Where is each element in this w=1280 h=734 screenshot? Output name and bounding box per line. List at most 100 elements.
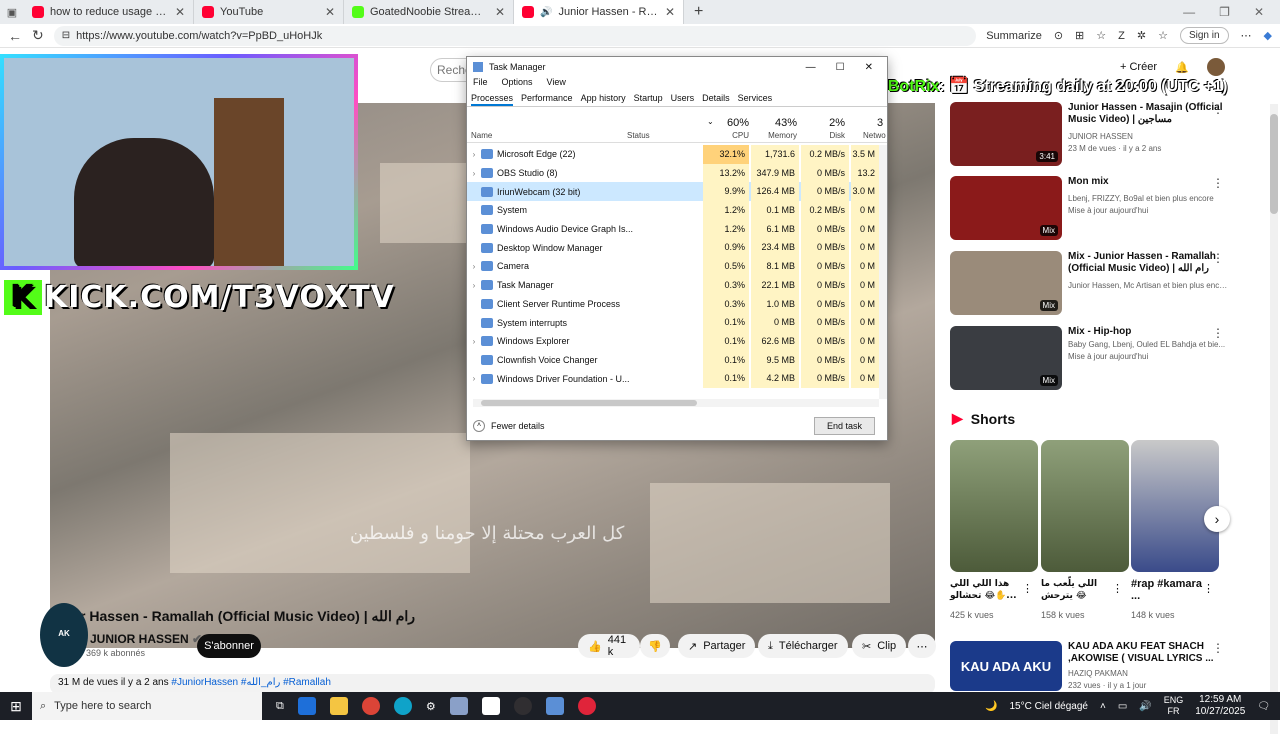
process-row[interactable]: System 1.2% 0.1 MB 0.2 MB/s 0 M [467, 201, 879, 220]
video-thumbnail[interactable]: KAU ADA AKU [950, 641, 1062, 691]
clip-button[interactable]: ✂ Clip [852, 634, 907, 658]
more-actions-button[interactable]: ⋯ [908, 634, 936, 658]
scrollbar-thumb[interactable] [481, 400, 697, 406]
short-title[interactable]: #rap #kamara ... [1131, 578, 1213, 602]
weather-text[interactable]: 15°C Ciel dégagé [1009, 701, 1088, 712]
close-icon[interactable]: ✕ [865, 62, 873, 73]
browser-tab-1[interactable]: how to reduce usage of app in pc ✕ [24, 0, 194, 24]
speaker-icon[interactable]: 🔊 [540, 7, 552, 18]
more-actions-icon[interactable]: ⋮ [1212, 641, 1224, 655]
chevron-up-icon[interactable]: ˄ [473, 420, 485, 432]
create-button[interactable]: + Créer [1120, 61, 1157, 73]
video-thumbnail[interactable]: Mix [950, 326, 1062, 390]
short-thumbnail[interactable] [1131, 440, 1219, 572]
file-explorer-icon[interactable] [329, 697, 348, 715]
summarize-button[interactable]: Summarize [986, 30, 1042, 42]
scrollbar-thumb[interactable] [1270, 114, 1278, 214]
column-status[interactable]: Status [627, 131, 650, 140]
process-row[interactable]: Windows Audio Device Graph Is... 1.2% 6.1 … [467, 219, 879, 239]
video-thumbnail[interactable]: 3:41 [950, 102, 1062, 166]
column-cpu[interactable]: CPU [703, 131, 749, 140]
process-row[interactable]: Clownfish Voice Changer 0.1% 9.5 MB 0 MB/s 0… [467, 350, 879, 370]
copilot-icon[interactable]: ◆ [1264, 29, 1272, 42]
more-actions-icon[interactable]: ⋮ [1112, 582, 1123, 595]
tab-actions-icon[interactable]: ▣ [0, 6, 24, 19]
tab-startup[interactable]: Startup [634, 91, 663, 106]
new-tab-icon[interactable]: + [684, 3, 713, 21]
like-button[interactable]: 👍 441 k [578, 634, 640, 658]
windows-start-icon[interactable]: ⊞ [0, 698, 32, 715]
taskbar-search-input[interactable]: ⌕ Type here to search [32, 692, 262, 720]
tab-details[interactable]: Details [702, 91, 730, 106]
video-thumbnail[interactable]: Mix [950, 176, 1062, 240]
process-list-vertical-scrollbar[interactable] [879, 145, 887, 399]
shorts-next-icon[interactable]: › [1204, 506, 1230, 532]
page-scrollbar[interactable] [1270, 104, 1278, 734]
search-input[interactable]: Recher [430, 58, 470, 82]
end-task-button[interactable]: End task [813, 417, 875, 435]
extensions-puzzle-icon[interactable]: ✲ [1137, 29, 1146, 42]
favorite-star-icon[interactable]: ☆ [1096, 29, 1106, 42]
more-actions-icon[interactable]: ⋮ [1212, 326, 1224, 340]
dislike-button[interactable]: 👎 [640, 634, 670, 658]
more-actions-icon[interactable]: ⋮ [1203, 582, 1214, 595]
process-row[interactable]: System interrupts 0.1% 0 MB 0 MB/s 0 M [467, 313, 879, 332]
task-manager-titlebar[interactable]: Task Manager — ☐ ✕ [467, 57, 887, 77]
menu-view[interactable]: View [547, 77, 566, 91]
minimize-icon[interactable]: — [806, 62, 816, 73]
notifications-bell-icon[interactable]: 🔔 [1175, 61, 1189, 74]
chrome-icon[interactable] [361, 697, 380, 715]
channel-name[interactable]: JUNIOR HASSEN ✔ [90, 632, 202, 646]
short-thumbnail[interactable] [950, 440, 1038, 572]
chevron-up-icon[interactable]: ˄ [1100, 701, 1106, 712]
task-manager-taskbar-icon[interactable] [545, 697, 564, 715]
expand-chevron-icon[interactable]: › [467, 169, 481, 178]
close-window-icon[interactable]: ✕ [1254, 5, 1264, 19]
sign-in-button[interactable]: Sign in [1179, 27, 1229, 44]
browser-tab-3[interactable]: GoatedNoobie Stream - Watch Liv ✕ [344, 0, 514, 24]
process-row[interactable]: Client Server Runtime Process 0.3% 1.0 MB 0… [467, 294, 879, 314]
subscribe-button[interactable]: S'abonner [197, 634, 261, 658]
recommendation-item[interactable]: 3:41 Junior Hassen - Masajin (Official M… [950, 102, 1270, 168]
refresh-icon[interactable]: ↻ [32, 27, 44, 44]
obs-icon[interactable] [513, 697, 532, 715]
edge-icon[interactable] [393, 697, 412, 715]
tab-services[interactable]: Services [738, 91, 773, 106]
minimize-icon[interactable]: — [1183, 5, 1195, 19]
recommendation-title[interactable]: Junior Hassen - Masajin (Official Music … [1068, 102, 1228, 126]
process-row[interactable]: › Camera 0.5% 8.1 MB 0 MB/s 0 M [467, 257, 879, 276]
expand-chevron-icon[interactable]: › [467, 150, 481, 159]
process-list-horizontal-scrollbar[interactable] [473, 399, 879, 407]
column-network[interactable]: Netwo [851, 131, 887, 140]
tab-processes[interactable]: Processes [471, 91, 514, 106]
process-row[interactable]: Desktop Window Manager 0.9% 23.4 MB 0 MB/s 0… [467, 238, 879, 258]
language-indicator[interactable]: ENG FR [1164, 695, 1184, 717]
process-row[interactable]: › Windows Driver Foundation - U... 0.1% 4.2… [467, 369, 879, 388]
download-button[interactable]: ⤓ Télécharger [758, 634, 848, 658]
settings-icon[interactable]: ⚙ [426, 700, 436, 713]
hashtags[interactable]: #JuniorHassen #رام_الله #Ramallah [171, 677, 331, 688]
site-info-icon[interactable]: ⊟ [62, 30, 70, 41]
expand-chevron-icon[interactable]: › [467, 281, 481, 290]
process-row[interactable]: › OBS Studio (8) 13.2%347.9 MB0 MB/s13.2 M [467, 163, 879, 196]
video-thumbnail[interactable]: Mix [950, 251, 1062, 315]
close-tab-icon[interactable]: ✕ [325, 5, 335, 19]
tab-app-history[interactable]: App history [581, 91, 626, 106]
short-title[interactable]: هذا اللي اللي تحشالو 😂✋... [950, 578, 1032, 602]
more-actions-icon[interactable]: ⋮ [1212, 176, 1224, 190]
short-title[interactable]: اللي يلّعب ما يترحش 😂 [1041, 578, 1123, 602]
column-name[interactable]: Name [471, 131, 492, 140]
browser-tab-4[interactable]: 🔊 Junior Hassen - Ramallah (O ✕ [514, 0, 684, 24]
description-box[interactable]: 31 M de vues il y a 2 ans #JuniorHassen … [50, 674, 935, 694]
column-disk[interactable]: Disk [801, 131, 845, 140]
close-tab-icon[interactable]: ✕ [495, 5, 505, 19]
close-tab-icon[interactable]: ✕ [175, 5, 185, 19]
column-memory[interactable]: Memory [751, 131, 797, 140]
maximize-icon[interactable]: ☐ [836, 62, 845, 73]
recommendation-channel[interactable]: JUNIOR HASSEN [1068, 132, 1228, 141]
tab-performance[interactable]: Performance [521, 91, 573, 106]
recommendation-title[interactable]: KAU ADA AKU FEAT SHACH ,AKOWISE ( VISUAL… [1068, 641, 1228, 665]
task-view-icon[interactable]: ⧉ [276, 700, 284, 713]
process-row[interactable]: › Microsoft Edge (22) 32.1%1,731.6 MB0.2 M… [467, 145, 879, 178]
more-actions-icon[interactable]: ⋮ [1212, 251, 1224, 265]
